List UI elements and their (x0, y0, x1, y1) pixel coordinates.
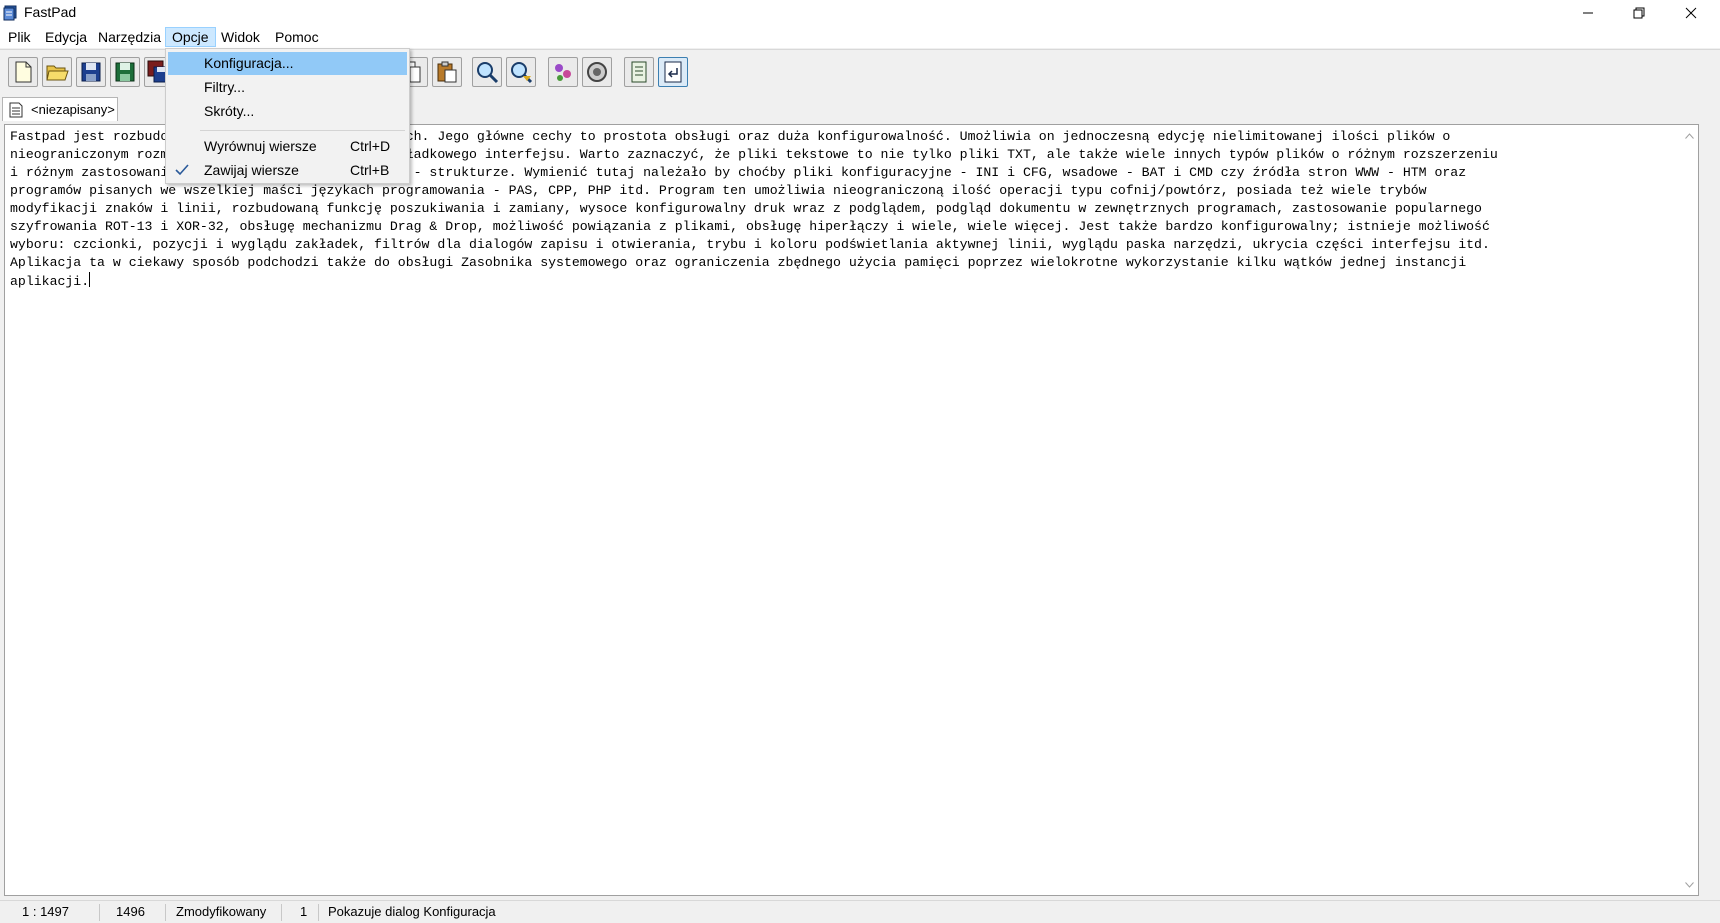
scroll-up-button[interactable] (1681, 127, 1698, 144)
editor-line: programów pisanych we wszelkiej maści ję… (10, 182, 1427, 198)
open-folder-icon (46, 65, 69, 81)
save-as-button[interactable] (110, 57, 140, 87)
find-icon (477, 62, 499, 84)
tools-button[interactable] (548, 57, 578, 87)
status-bar: 1 : 1497 1496 Zmodyfikowany 1 Pokazuje d… (0, 900, 1720, 923)
menu-item-skroty[interactable]: Skróty... (168, 100, 407, 123)
text-caret (89, 271, 91, 287)
menu-opcje[interactable]: Opcje (165, 27, 216, 47)
replace-button[interactable] (506, 57, 536, 87)
editor-line: aplikacji. (10, 273, 90, 289)
new-file-button[interactable] (8, 57, 38, 87)
menu-pomoc[interactable]: Pomoc (269, 27, 325, 47)
settings-button[interactable] (582, 57, 612, 87)
status-hint: Pokazuje dialog Konfiguracja (328, 904, 496, 919)
opcje-dropdown-menu: Konfiguracja... Filtry... Skróty... Wyró… (165, 48, 410, 184)
shortcut-label: Ctrl+B (350, 162, 390, 178)
menu-separator (200, 130, 405, 131)
save-as-icon (115, 62, 135, 82)
chevron-down-icon (1685, 881, 1694, 888)
tab-unsaved-document[interactable]: <niezapisany> (2, 97, 118, 121)
chevron-up-icon (1685, 132, 1694, 139)
menu-narzedzia[interactable]: Narzędzia (92, 27, 167, 47)
replace-icon (511, 62, 533, 84)
menu-edycja[interactable]: Edycja (39, 27, 93, 47)
menu-item-wyrownuj-wiersze[interactable]: Wyrównuj wiersze Ctrl+D (168, 135, 407, 158)
menu-item-konfiguracja[interactable]: Konfiguracja... (168, 52, 407, 75)
checkmark-icon (175, 164, 189, 176)
word-wrap-button[interactable] (658, 57, 688, 87)
save-icon (81, 62, 101, 82)
minimize-button[interactable] (1562, 0, 1614, 26)
status-cursor-position: 1 : 1497 (22, 904, 69, 919)
tools-icon (555, 64, 571, 81)
settings-icon (587, 62, 607, 82)
menu-bar: Plik Edycja Narzędzia Opcje Widok Pomoc (0, 26, 1720, 48)
document-icon (631, 61, 647, 83)
menu-plik[interactable]: Plik (2, 27, 37, 47)
editor-line: Aplikacja ta w ciekawy sposób podchodzi … (10, 254, 1467, 270)
title-bar: FastPad (0, 0, 1720, 26)
editor-line: modyfikacji znaków i linii, rozbudowaną … (10, 200, 1482, 216)
word-wrap-icon (664, 61, 682, 83)
find-button[interactable] (472, 57, 502, 87)
text-editor[interactable]: Fastpad jest rozbudowanym edytorem plikó… (4, 124, 1699, 896)
editor-line: szyfrowania ROT-13 i XOR-32, obsługę mec… (10, 218, 1490, 234)
new-file-icon (15, 61, 32, 83)
status-tab-count: 1 (300, 904, 308, 919)
save-button[interactable] (76, 57, 106, 87)
restore-icon (1633, 7, 1645, 19)
tab-label: <niezapisany> (31, 102, 115, 117)
menu-widok[interactable]: Widok (215, 27, 266, 47)
open-file-button[interactable] (42, 57, 72, 87)
paste-button[interactable] (432, 57, 462, 87)
close-icon (1685, 7, 1697, 19)
menu-item-filtry[interactable]: Filtry... (168, 76, 407, 99)
scroll-down-button[interactable] (1681, 876, 1698, 893)
editor-line: wyboru: czcionki, pozycji i wyglądu zakł… (10, 236, 1490, 252)
window-title: FastPad (24, 4, 77, 20)
close-button[interactable] (1665, 0, 1717, 26)
status-modified: Zmodyfikowany (176, 904, 267, 919)
shortcut-label: Ctrl+D (350, 138, 391, 154)
menu-item-zawijaj-wiersze[interactable]: Zawijaj wiersze Ctrl+B (168, 159, 407, 182)
restore-button[interactable] (1613, 0, 1665, 26)
fastpad-app-icon (3, 5, 17, 21)
minimize-icon (1583, 12, 1593, 14)
document-button[interactable] (624, 57, 654, 87)
status-length: 1496 (116, 904, 145, 919)
paste-icon (437, 61, 457, 83)
document-icon (9, 102, 23, 117)
